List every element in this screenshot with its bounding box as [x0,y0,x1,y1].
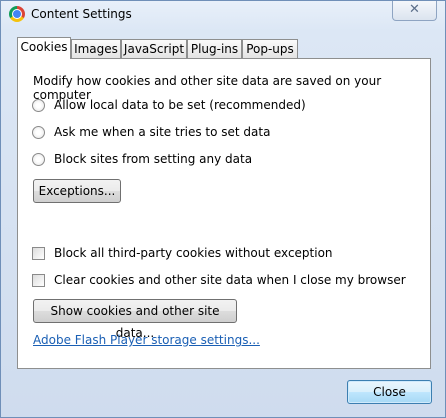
radio-button[interactable] [32,125,45,139]
window-close-button[interactable]: ✕ [392,1,437,21]
radio-label: Ask me when a site tries to set data [54,125,271,139]
tab-cookies[interactable]: Cookies [17,37,71,59]
checkbox-clear-on-close[interactable]: Clear cookies and other site data when I… [32,272,406,288]
checkbox-label: Clear cookies and other site data when I… [54,273,406,287]
radio-label: Block sites from setting any data [54,152,253,166]
checkbox-block-third-party[interactable]: Block all third-party cookies without ex… [32,245,333,261]
content-settings-window: Content Settings ✕ Cookies Images JavaSc… [0,0,446,418]
flash-storage-settings-link[interactable]: Adobe Flash Player storage settings... [33,333,260,347]
checkbox[interactable] [32,273,45,287]
exceptions-button[interactable]: Exceptions... [33,179,121,203]
close-button[interactable]: Close [347,380,432,404]
radio-allow-local-data[interactable]: Allow local data to be set (recommended) [32,97,306,113]
tab-javascript[interactable]: JavaScript [121,39,187,58]
title-bar: Content Settings ✕ [1,1,445,29]
tab-images[interactable]: Images [71,39,121,58]
tab-plug-ins[interactable]: Plug-ins [187,39,242,58]
chrome-logo-icon [9,6,25,22]
checkbox[interactable] [32,246,45,260]
window-title: Content Settings [31,7,132,21]
radio-block-sites[interactable]: Block sites from setting any data [32,151,252,167]
radio-label: Allow local data to be set (recommended) [54,98,306,112]
checkbox-label: Block all third-party cookies without ex… [54,246,333,260]
radio-button[interactable] [32,98,45,112]
show-cookies-button[interactable]: Show cookies and other site data... [33,299,237,340]
radio-ask-when-set[interactable]: Ask me when a site tries to set data [32,124,270,140]
radio-button[interactable] [32,152,45,166]
tab-pop-ups[interactable]: Pop-ups [242,39,298,58]
cookies-panel: Modify how cookies and other site data a… [17,58,431,369]
